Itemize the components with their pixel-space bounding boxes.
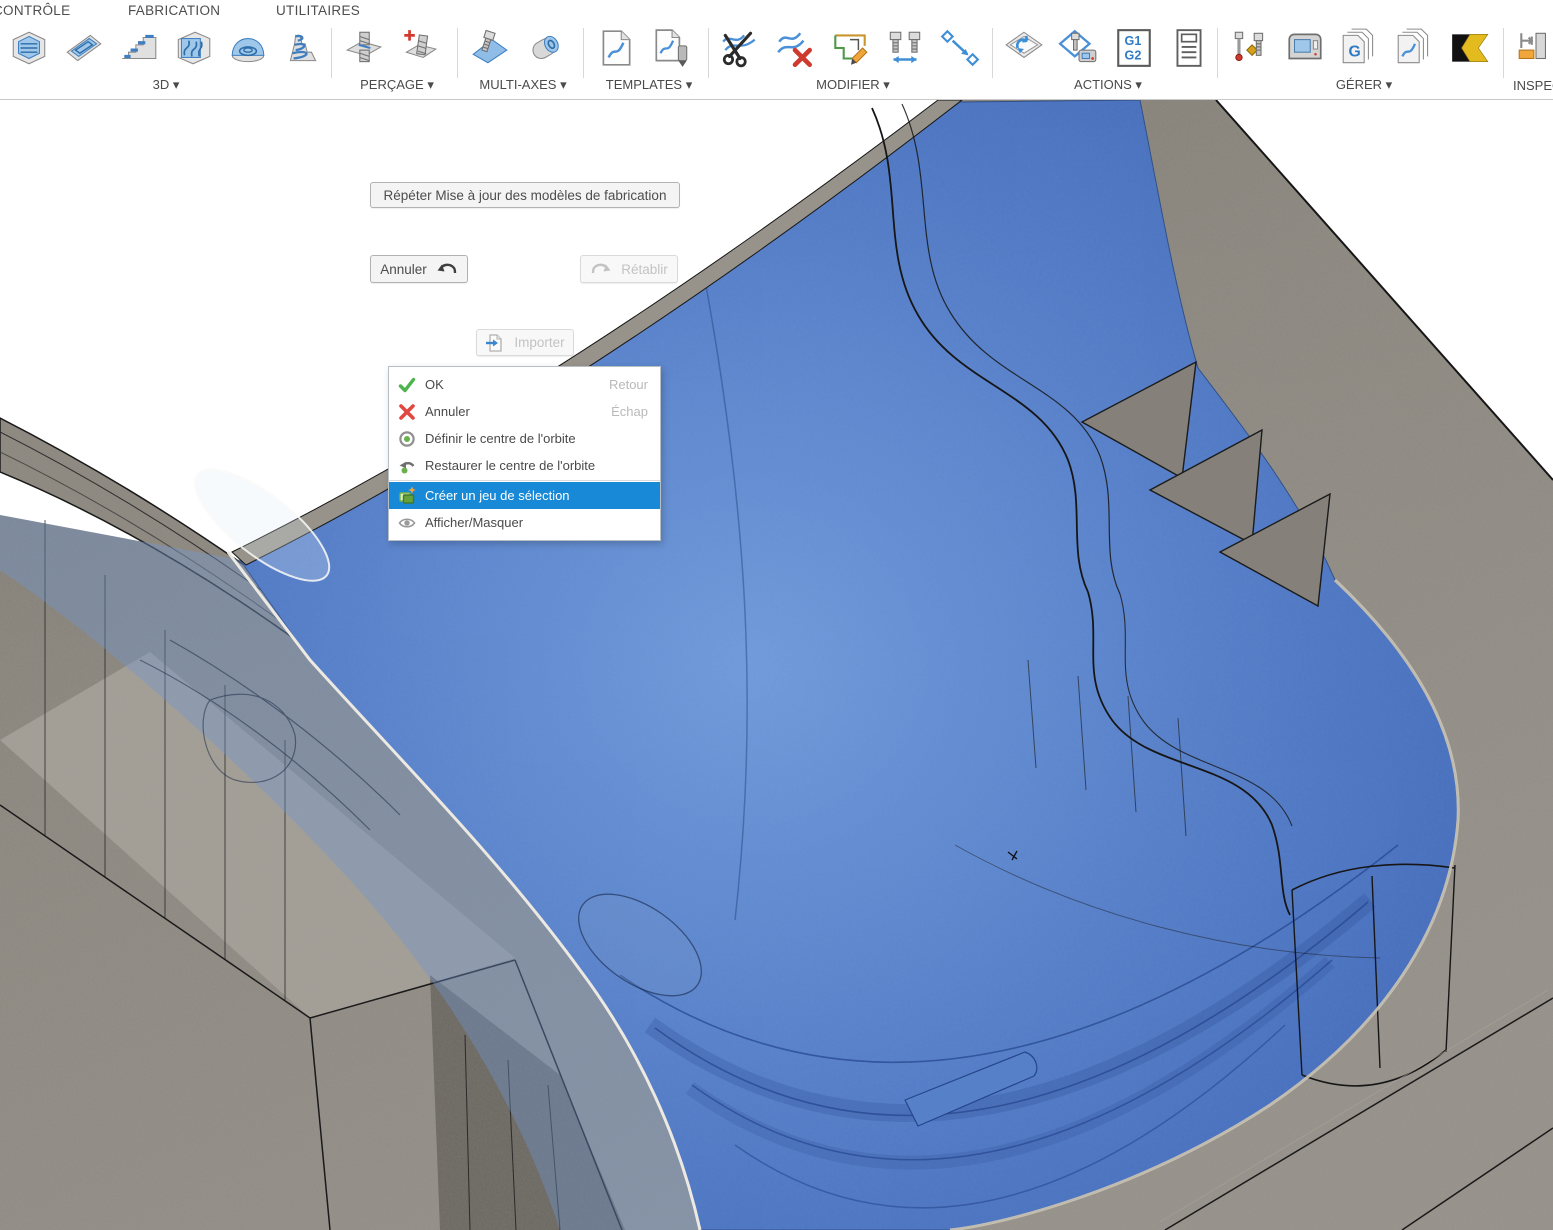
toolbar-separator bbox=[457, 28, 458, 78]
rotary-icon[interactable] bbox=[522, 24, 568, 72]
simulate-icon[interactable] bbox=[1001, 24, 1047, 72]
group-gerer: G GÉRER ▾ bbox=[1227, 24, 1501, 98]
compare-tools-icon[interactable] bbox=[882, 24, 928, 72]
ok-check-icon bbox=[398, 376, 425, 394]
tool-library-icon[interactable] bbox=[1227, 24, 1273, 72]
swarf-icon[interactable] bbox=[467, 24, 513, 72]
pocket-clearing-icon[interactable] bbox=[61, 24, 107, 72]
group-3d: 3D ▾ bbox=[6, 24, 326, 98]
post-library-icon[interactable]: G bbox=[1337, 24, 1383, 72]
menu-item-label: Afficher/Masquer bbox=[425, 515, 648, 530]
3d-viewport[interactable] bbox=[0, 100, 1553, 1230]
repeat-update-models-label: Répéter Mise à jour des modèles de fabri… bbox=[384, 188, 667, 203]
menu-separator bbox=[389, 480, 660, 481]
redo-button[interactable]: Rétablir bbox=[580, 255, 678, 283]
group-label-gerer[interactable]: GÉRER ▾ bbox=[1227, 77, 1501, 93]
menu-item-definir-centre-orbite[interactable]: Définir le centre de l'orbite bbox=[389, 425, 660, 452]
group-label-modifier[interactable]: MODIFIER ▾ bbox=[717, 77, 989, 93]
trim-toolpath-icon[interactable] bbox=[717, 24, 763, 72]
probe-wcs-icon[interactable] bbox=[1513, 24, 1553, 72]
toolbar-separator bbox=[708, 28, 709, 78]
group-label-inspection[interactable]: INSPECTION bbox=[1513, 78, 1553, 93]
kennametal-icon[interactable] bbox=[1447, 24, 1493, 72]
toolbar-separator bbox=[1217, 28, 1218, 78]
tab-utilitaires[interactable]: UTILITAIRES bbox=[276, 3, 360, 18]
orbit-restore-icon bbox=[398, 457, 425, 475]
toolbar-separator bbox=[1503, 28, 1504, 78]
svg-text:G2: G2 bbox=[1125, 49, 1142, 63]
svg-text:G: G bbox=[1348, 43, 1360, 60]
redo-arrow-icon bbox=[590, 260, 612, 278]
tab-controle[interactable]: CONTRÔLE bbox=[0, 3, 70, 18]
menu-item-afficher-masquer[interactable]: Afficher/Masquer bbox=[389, 509, 660, 536]
import-label: Importer bbox=[514, 335, 564, 350]
template-doc-icon[interactable] bbox=[593, 24, 639, 72]
edit-boundary-icon[interactable] bbox=[827, 24, 873, 72]
toolbar-separator bbox=[583, 28, 584, 78]
group-templates: TEMPLATES ▾ bbox=[593, 24, 705, 98]
menu-item-label: Annuler bbox=[425, 404, 611, 419]
group-label-actions[interactable]: ACTIONS ▾ bbox=[1001, 77, 1215, 93]
template-write-icon[interactable] bbox=[648, 24, 694, 72]
adaptive-clearing-icon[interactable] bbox=[6, 24, 52, 72]
group-label-percage[interactable]: PERÇAGE ▾ bbox=[341, 77, 453, 93]
import-icon bbox=[485, 333, 505, 353]
svg-text:G1: G1 bbox=[1125, 34, 1142, 48]
model-view bbox=[0, 100, 1553, 1230]
repeat-update-models-button[interactable]: Répéter Mise à jour des modèles de fabri… bbox=[370, 182, 680, 208]
undo-label: Annuler bbox=[380, 262, 427, 277]
group-actions: G1G2 ACTIONS ▾ bbox=[1001, 24, 1215, 98]
setup-sheet-icon[interactable] bbox=[1166, 24, 1212, 72]
group-multiaxes: MULTI-AXES ▾ bbox=[467, 24, 579, 98]
post-process-icon[interactable] bbox=[1056, 24, 1102, 72]
menu-item-shortcut: Échap bbox=[611, 404, 648, 419]
toolbar-separator bbox=[331, 28, 332, 78]
group-inspection: INSPECTION bbox=[1513, 24, 1553, 98]
menu-item-label: OK bbox=[425, 377, 609, 392]
spiral-icon[interactable] bbox=[280, 24, 326, 72]
group-label-multiaxes[interactable]: MULTI-AXES ▾ bbox=[467, 77, 579, 93]
visibility-icon bbox=[398, 514, 425, 532]
toolbar-separator bbox=[992, 28, 993, 78]
menu-item-label: Définir le centre de l'orbite bbox=[425, 431, 648, 446]
menu-item-label: Créer un jeu de sélection bbox=[425, 488, 648, 503]
cancel-x-icon bbox=[398, 403, 425, 421]
menu-item-restaurer-centre-orbite[interactable]: Restaurer le centre de l'orbite bbox=[389, 452, 660, 479]
flow-icon[interactable] bbox=[170, 24, 216, 72]
template-library-icon[interactable] bbox=[1392, 24, 1438, 72]
menu-item-shortcut: Retour bbox=[609, 377, 648, 392]
drill-add-icon[interactable] bbox=[396, 24, 442, 72]
context-menu: OK Retour Annuler Échap Définir le centr… bbox=[388, 366, 661, 541]
menu-item-creer-jeu-selection[interactable]: Créer un jeu de sélection bbox=[389, 482, 660, 509]
machine-library-icon[interactable] bbox=[1282, 24, 1328, 72]
redo-label: Rétablir bbox=[621, 262, 668, 277]
move-points-icon[interactable] bbox=[937, 24, 983, 72]
group-label-templates[interactable]: TEMPLATES ▾ bbox=[593, 77, 705, 93]
orbit-center-icon bbox=[398, 430, 425, 448]
horizontal-icon[interactable] bbox=[225, 24, 271, 72]
undo-arrow-icon bbox=[436, 260, 458, 278]
menu-item-ok[interactable]: OK Retour bbox=[389, 371, 660, 398]
group-percage: PERÇAGE ▾ bbox=[341, 24, 453, 98]
toolbar: CONTRÔLE FABRICATION UTILITAIRES 3D ▾ bbox=[0, 0, 1553, 100]
group-modifier: MODIFIER ▾ bbox=[717, 24, 989, 98]
drill-icon[interactable] bbox=[341, 24, 387, 72]
group-label-3d[interactable]: 3D ▾ bbox=[6, 77, 326, 93]
tab-fabrication[interactable]: FABRICATION bbox=[128, 3, 220, 18]
undo-button[interactable]: Annuler bbox=[370, 255, 468, 283]
parallel-icon[interactable] bbox=[116, 24, 162, 72]
menu-item-annuler[interactable]: Annuler Échap bbox=[389, 398, 660, 425]
selection-set-icon bbox=[398, 486, 425, 505]
g1g2-icon[interactable]: G1G2 bbox=[1111, 24, 1157, 72]
menu-item-label: Restaurer le centre de l'orbite bbox=[425, 458, 648, 473]
delete-passes-icon[interactable] bbox=[772, 24, 818, 72]
import-button[interactable]: Importer bbox=[476, 329, 574, 356]
